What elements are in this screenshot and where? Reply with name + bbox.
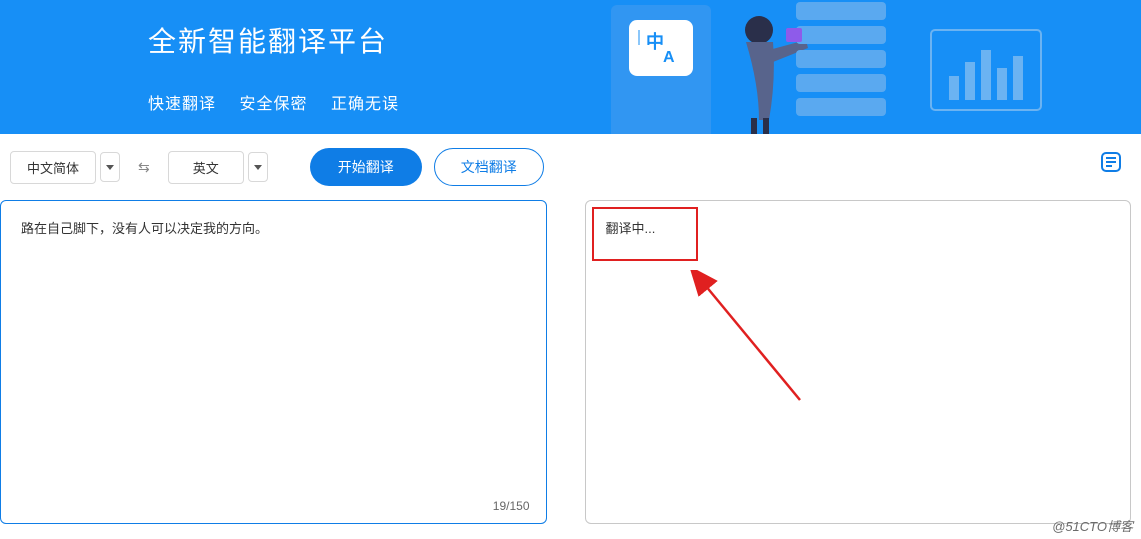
content-area: 路在自己脚下，没有人可以决定我的方向。 19/150 翻译中...	[0, 200, 1141, 524]
source-lang-box[interactable]: 中文简体	[10, 151, 96, 184]
hero-illustration: 中 A	[591, 0, 1071, 134]
feature-fast: 快速翻译	[148, 96, 216, 113]
chevron-down-icon	[254, 165, 262, 170]
target-lang-box[interactable]: 英文	[168, 151, 244, 184]
target-lang-dropdown[interactable]	[248, 152, 268, 182]
translate-button[interactable]: 开始翻译	[310, 148, 422, 186]
hero-banner: 全新智能翻译平台 快速翻译 安全保密 正确无误 中 A	[0, 0, 1141, 134]
help-icon[interactable]	[1099, 150, 1123, 174]
watermark: @51CTO博客	[1052, 516, 1133, 535]
svg-text:中: 中	[646, 31, 664, 52]
target-lang-selector[interactable]: 英文	[168, 151, 268, 184]
feature-secure: 安全保密	[239, 96, 307, 113]
toolbar: 中文简体 ⇆ 英文 开始翻译 文档翻译	[0, 134, 1141, 200]
document-translate-button[interactable]: 文档翻译	[434, 148, 544, 186]
source-lang-selector[interactable]: 中文简体	[10, 151, 120, 184]
feature-accurate: 正确无误	[331, 96, 399, 113]
svg-text:A: A	[663, 49, 675, 66]
target-text: 翻译中...	[586, 201, 1131, 258]
char-count: 19/150	[493, 499, 530, 513]
swap-languages-icon[interactable]: ⇆	[138, 159, 150, 176]
chevron-down-icon	[106, 165, 114, 170]
source-lang-dropdown[interactable]	[100, 152, 120, 182]
target-text-panel: 翻译中...	[585, 200, 1132, 524]
source-text[interactable]: 路在自己脚下，没有人可以决定我的方向。	[1, 201, 546, 258]
source-text-panel[interactable]: 路在自己脚下，没有人可以决定我的方向。 19/150	[0, 200, 547, 524]
